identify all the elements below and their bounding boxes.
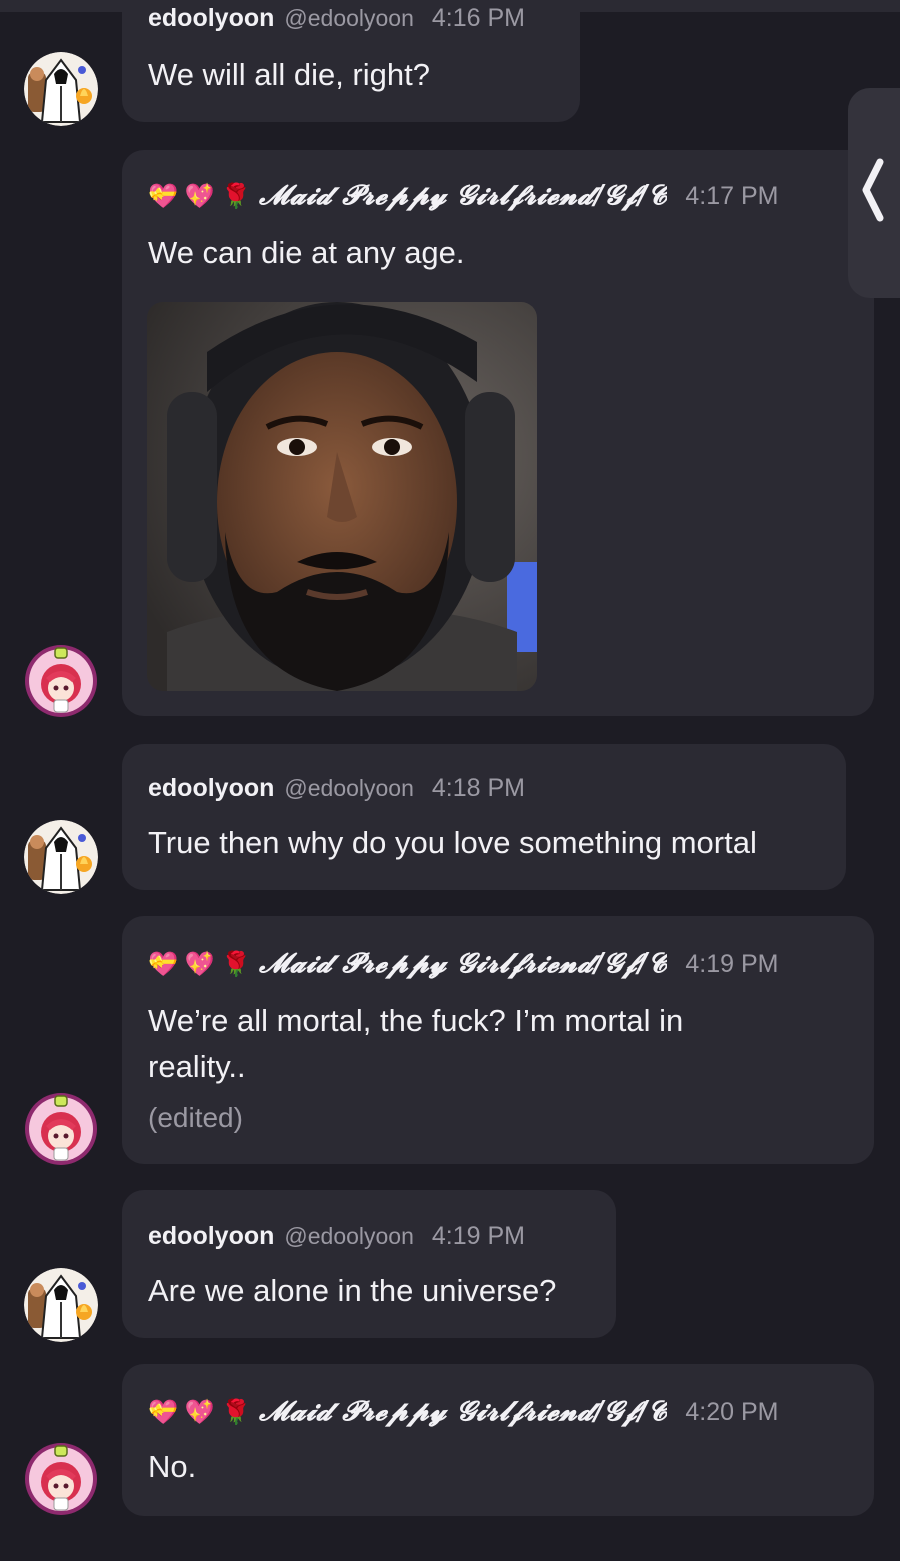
pink-anime-girl-avatar-icon bbox=[24, 1092, 98, 1166]
message-bubble[interactable]: edoolyoon @edoolyoon 4:18 PM True then w… bbox=[122, 744, 846, 890]
user-avatar[interactable] bbox=[24, 52, 98, 126]
message-text-line: reality.. bbox=[148, 1049, 246, 1084]
message-header: edoolyoon @edoolyoon 4:18 PM bbox=[148, 774, 525, 803]
chevron-left-icon bbox=[862, 158, 884, 222]
username[interactable]: 𝓜𝓪𝓲𝓭 𝓟𝓻𝓮𝓹𝓹𝔂 𝓖𝓲𝓻𝓵𝓯𝓻𝓲𝓮𝓷𝓭/𝓖𝓯/𝓒 bbox=[259, 180, 667, 212]
timestamp: 4:19 PM bbox=[685, 950, 779, 978]
edited-label: (edited) bbox=[148, 1102, 243, 1133]
message-bubble[interactable]: 💝 💖 🌹 𝓜𝓪𝓲𝓭 𝓟𝓻𝓮𝓹𝓹𝔂 𝓖𝓲𝓻𝓵𝓯𝓻𝓲𝓮𝓷𝓭/𝓖𝓯/𝓒 4:19 P… bbox=[122, 916, 874, 1164]
username[interactable]: 𝓜𝓪𝓲𝓭 𝓟𝓻𝓮𝓹𝓹𝔂 𝓖𝓲𝓻𝓵𝓯𝓻𝓲𝓮𝓷𝓭/𝓖𝓯/𝓒 bbox=[259, 948, 667, 980]
user-handle: @edoolyoon bbox=[284, 5, 414, 31]
message-text: No. bbox=[148, 1449, 197, 1484]
pink-anime-girl-avatar-icon bbox=[24, 1442, 98, 1516]
username[interactable]: 𝓜𝓪𝓲𝓭 𝓟𝓻𝓮𝓹𝓹𝔂 𝓖𝓲𝓻𝓵𝓯𝓻𝓲𝓮𝓷𝓭/𝓖𝓯/𝓒 bbox=[259, 1396, 667, 1428]
message-bubble[interactable]: 💝 💖 🌹 𝓜𝓪𝓲𝓭 𝓟𝓻𝓮𝓹𝓹𝔂 𝓖𝓲𝓻𝓵𝓯𝓻𝓲𝓮𝓷𝓭/𝓖𝓯/𝓒 4:20 P… bbox=[122, 1364, 874, 1516]
message-header: edoolyoon @edoolyoon 4:19 PM bbox=[148, 1222, 525, 1251]
message-text: We will all die, right? bbox=[148, 57, 430, 92]
side-panel-toggle[interactable] bbox=[848, 88, 900, 298]
message-text: We can die at any age. bbox=[148, 235, 465, 270]
pink-anime-girl-avatar-icon bbox=[24, 644, 98, 718]
message-header: 💝 💖 🌹 𝓜𝓪𝓲𝓭 𝓟𝓻𝓮𝓹𝓹𝔂 𝓖𝓲𝓻𝓵𝓯𝓻𝓲𝓮𝓷𝓭/𝓖𝓯/𝓒 4:20 P… bbox=[148, 1396, 778, 1428]
message-text: Are we alone in the universe? bbox=[148, 1273, 557, 1308]
attached-photo[interactable] bbox=[147, 302, 537, 691]
username[interactable]: edoolyoon bbox=[148, 774, 274, 803]
message-header: 💝 💖 🌹 𝓜𝓪𝓲𝓭 𝓟𝓻𝓮𝓹𝓹𝔂 𝓖𝓲𝓻𝓵𝓯𝓻𝓲𝓮𝓷𝓭/𝓖𝓯/𝓒 4:19 P… bbox=[148, 948, 778, 980]
message-bubble[interactable]: edoolyoon @edoolyoon 4:19 PM Are we alon… bbox=[122, 1190, 616, 1338]
message-bubble[interactable]: edoolyoon @edoolyoon 4:16 PM We will all… bbox=[122, 0, 580, 122]
user-handle: @edoolyoon bbox=[284, 1223, 414, 1249]
user-avatar[interactable] bbox=[24, 1092, 98, 1166]
user-avatar[interactable] bbox=[24, 820, 98, 894]
user-avatar[interactable] bbox=[24, 1442, 98, 1516]
user-avatar[interactable] bbox=[24, 644, 98, 718]
user-avatar[interactable] bbox=[24, 1268, 98, 1342]
username-emoji: 💝 💖 🌹 bbox=[148, 1399, 251, 1426]
hooded-figure-avatar-icon bbox=[24, 1268, 98, 1342]
username[interactable]: edoolyoon bbox=[148, 1222, 274, 1251]
timestamp: 4:18 PM bbox=[431, 774, 525, 802]
message-text: True then why do you love something mort… bbox=[148, 825, 757, 860]
message-header: edoolyoon @edoolyoon 4:16 PM bbox=[148, 4, 525, 33]
timestamp: 4:16 PM bbox=[431, 4, 525, 32]
timestamp: 4:20 PM bbox=[685, 1398, 779, 1426]
username[interactable]: edoolyoon bbox=[148, 4, 274, 33]
timestamp: 4:17 PM bbox=[685, 182, 779, 210]
username-emoji: 💝 💖 🌹 bbox=[148, 951, 251, 978]
message-bubble[interactable]: 💝 💖 🌹 𝓜𝓪𝓲𝓭 𝓟𝓻𝓮𝓹𝓹𝔂 𝓖𝓲𝓻𝓵𝓯𝓻𝓲𝓮𝓷𝓭/𝓖𝓯/𝓒 4:17 P… bbox=[122, 150, 874, 716]
hooded-figure-avatar-icon bbox=[24, 820, 98, 894]
photo-image bbox=[147, 302, 537, 691]
timestamp: 4:19 PM bbox=[431, 1222, 525, 1250]
user-handle: @edoolyoon bbox=[284, 775, 414, 801]
message-header: 💝 💖 🌹 𝓜𝓪𝓲𝓭 𝓟𝓻𝓮𝓹𝓹𝔂 𝓖𝓲𝓻𝓵𝓯𝓻𝓲𝓮𝓷𝓭/𝓖𝓯/𝓒 4:17 P… bbox=[148, 180, 778, 212]
username-emoji: 💝 💖 🌹 bbox=[148, 183, 251, 210]
message-text-line: We’re all mortal, the fuck? I’m mortal i… bbox=[148, 1003, 684, 1038]
hooded-figure-avatar-icon bbox=[24, 52, 98, 126]
